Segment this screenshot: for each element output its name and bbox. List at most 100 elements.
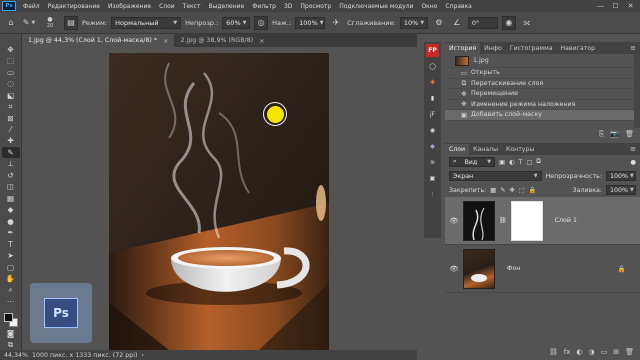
document-image[interactable]: [109, 53, 329, 350]
fill-field[interactable]: 100% ▼: [606, 185, 636, 195]
menu-layers[interactable]: Слои: [155, 3, 179, 10]
chain-link-icon[interactable]: ⛓: [499, 217, 507, 224]
close-tab-icon[interactable]: ×: [259, 37, 264, 45]
tab-channels[interactable]: Каналы: [469, 144, 502, 155]
pressure-field[interactable]: 100% ▼: [295, 16, 326, 29]
quick-mask-icon[interactable]: ◙: [2, 328, 20, 338]
brush-tool-preset-icon[interactable]: ✎ ▼: [22, 16, 36, 30]
history-step[interactable]: ⧉ Перетаскивание слоя: [445, 79, 640, 89]
smoothing-settings-icon[interactable]: ⚙: [432, 16, 446, 30]
add-mask-icon[interactable]: ◐: [576, 348, 582, 356]
new-document-from-state-icon[interactable]: ⎘: [599, 130, 605, 139]
mode-select[interactable]: Нормальный ▼: [111, 16, 182, 29]
brush-size-preview[interactable]: ● 20: [40, 16, 60, 30]
layer-row-background[interactable]: 👁 Фон 🔒: [445, 245, 640, 293]
filter-pixel-icon[interactable]: ▣: [499, 159, 505, 166]
trash-icon[interactable]: 🗑: [625, 130, 634, 138]
airbrush-icon[interactable]: ✈: [329, 16, 343, 30]
hand-tool-icon[interactable]: ✋: [2, 273, 20, 283]
menu-3d[interactable]: 3D: [280, 3, 296, 10]
libraries-panel-icon[interactable]: ◆: [426, 140, 439, 153]
pressure-opacity-icon[interactable]: ◎: [254, 15, 269, 30]
adjustment-layer-icon[interactable]: ◑: [589, 348, 595, 356]
history-step[interactable]: ✥ Перемещение: [445, 89, 640, 100]
menu-plugins[interactable]: Подключаемые модули: [335, 3, 417, 10]
menu-window[interactable]: Окно: [417, 3, 441, 10]
tab-paths[interactable]: Контуры: [502, 144, 538, 155]
color-swatches[interactable]: [2, 311, 20, 327]
visibility-eye-icon[interactable]: 👁: [449, 217, 459, 225]
history-brush-tool-icon[interactable]: ↺: [2, 170, 20, 180]
close-window-button[interactable]: ✕: [623, 0, 638, 12]
eraser-tool-icon[interactable]: ◫: [2, 182, 20, 192]
tab-history[interactable]: История: [445, 43, 481, 54]
gradient-panel-icon[interactable]: ▮: [426, 92, 439, 105]
history-step[interactable]: ✥ Изменение режима наложения: [445, 100, 640, 110]
gradient-tool-icon[interactable]: ▦: [2, 193, 20, 203]
adjustments-panel-icon[interactable]: ◉: [426, 124, 439, 137]
clone-stamp-tool-icon[interactable]: ⊥: [2, 159, 20, 169]
delete-layer-icon[interactable]: 🗑: [625, 348, 634, 356]
pressure-size-icon[interactable]: ◉: [501, 15, 516, 30]
menu-filter[interactable]: Фильтр: [248, 3, 280, 10]
screen-mode-icon[interactable]: ⧉: [2, 340, 20, 350]
tab-histogram[interactable]: Гистограмма: [506, 43, 557, 54]
object-select-tool-icon[interactable]: ⬕: [2, 90, 20, 100]
blur-tool-icon[interactable]: ◆: [2, 205, 20, 215]
filter-adjustment-icon[interactable]: ◐: [509, 159, 515, 166]
zoom-tool-icon[interactable]: ⌕: [2, 285, 20, 295]
properties-panel-icon[interactable]: ≋: [426, 156, 439, 169]
tab-document-2[interactable]: 2.jpg @ 38,9% (RGB/8) ×: [174, 34, 270, 47]
move-tool-icon[interactable]: ✥: [2, 44, 20, 54]
filter-smart-object-icon[interactable]: ⧉: [536, 158, 541, 166]
channels-panel-icon[interactable]: ⫶: [426, 188, 439, 201]
foreground-color-swatch[interactable]: [3, 312, 13, 322]
frame-tool-icon[interactable]: ⊠: [2, 113, 20, 123]
layer-row-1[interactable]: 👁 ⛓ Слой 1: [445, 197, 640, 245]
menu-file[interactable]: Файл: [19, 3, 44, 10]
lock-artboard-icon[interactable]: ⬚: [519, 187, 525, 194]
layer-opacity-field[interactable]: 100% ▼: [606, 171, 636, 181]
layer-mask-thumbnail[interactable]: [510, 200, 543, 241]
angle-icon[interactable]: ∠: [450, 16, 464, 30]
brush-settings-icon[interactable]: ▤: [64, 15, 78, 30]
patterns-panel-icon[interactable]: ▣: [426, 172, 439, 185]
type-tool-icon[interactable]: T: [2, 239, 20, 249]
filter-toggle-icon[interactable]: ●: [631, 159, 637, 166]
plugin-jf-icon[interactable]: jF: [426, 108, 439, 121]
menu-type[interactable]: Текст: [179, 3, 205, 10]
tab-navigator[interactable]: Навигатор: [557, 43, 599, 54]
filter-type-icon[interactable]: T: [518, 159, 522, 166]
panel-menu-icon[interactable]: ≡: [630, 145, 640, 153]
tab-info[interactable]: Инфо: [480, 43, 506, 54]
lock-position-icon[interactable]: ✥: [510, 187, 515, 194]
link-layers-icon[interactable]: ⛓: [549, 348, 558, 356]
path-selection-tool-icon[interactable]: ➤: [2, 250, 20, 260]
history-step-selected[interactable]: ▣ Добавить слой-маску: [445, 110, 640, 121]
new-group-icon[interactable]: ▭: [601, 348, 608, 356]
minimize-button[interactable]: —: [593, 0, 608, 12]
lock-image-icon[interactable]: ✎: [500, 187, 505, 194]
status-menu-arrow[interactable]: ›: [141, 352, 144, 359]
menu-view[interactable]: Просмотр: [296, 3, 335, 10]
more-tools-icon[interactable]: ⋯: [2, 296, 20, 306]
new-layer-icon[interactable]: ⊞: [613, 348, 619, 356]
opacity-field[interactable]: 60% ▼: [222, 16, 251, 29]
layer-style-icon[interactable]: fx: [564, 348, 571, 356]
smoothing-field[interactable]: 10% ▼: [399, 16, 428, 29]
symmetry-icon[interactable]: ⟗: [520, 16, 534, 30]
healing-brush-tool-icon[interactable]: ✚: [2, 136, 20, 146]
crop-tool-icon[interactable]: ⌗: [2, 101, 20, 111]
color-panel-icon[interactable]: ◯: [426, 60, 439, 73]
swatches-panel-icon[interactable]: ✱: [426, 76, 439, 89]
home-icon[interactable]: ⌂: [4, 16, 18, 30]
menu-edit[interactable]: Редактирование: [44, 3, 104, 10]
panel-menu-icon[interactable]: ≡: [630, 44, 640, 52]
artboard-tool-icon[interactable]: ⬚: [2, 55, 20, 65]
menu-select[interactable]: Выделение: [204, 3, 248, 10]
angle-field[interactable]: 0°: [467, 16, 498, 29]
shape-tool-icon[interactable]: ▢: [2, 262, 20, 272]
menu-image[interactable]: Изображение: [104, 3, 155, 10]
close-tab-icon[interactable]: ×: [163, 37, 168, 45]
lasso-tool-icon[interactable]: ◌: [2, 78, 20, 88]
